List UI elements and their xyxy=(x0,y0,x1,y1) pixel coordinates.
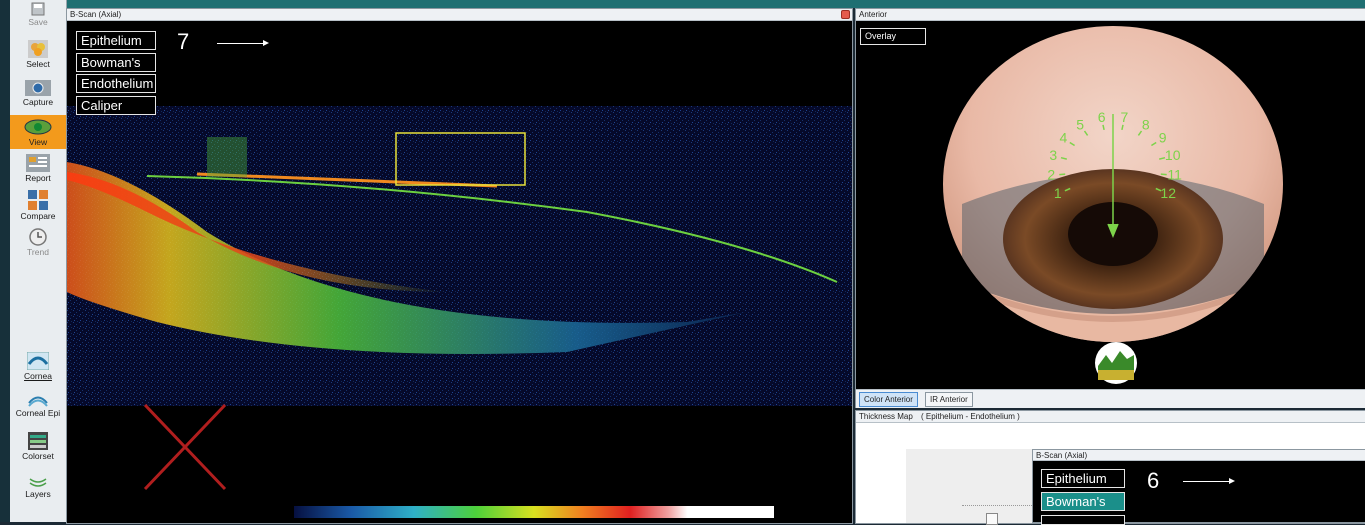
thickness-bscan: B-Scan (Axial) Epithelium Bowman's 6 xyxy=(1032,449,1365,525)
thickness-bscan-title: B-Scan (Axial) xyxy=(1033,450,1365,461)
red-x-mark xyxy=(143,403,227,491)
report-icon xyxy=(26,154,50,172)
anterior-eye-image[interactable]: 12345 6 7 89101112 xyxy=(942,24,1284,342)
floppy-disk-icon xyxy=(31,2,45,16)
thickness-annotation-number: 6 xyxy=(1147,468,1160,493)
clock-number: 2 xyxy=(1047,166,1055,182)
tab-ir-anterior[interactable]: IR Anterior xyxy=(925,392,973,407)
bscan-titlebar: B-Scan (Axial) xyxy=(67,9,852,21)
compare-button[interactable]: Compare xyxy=(10,190,66,221)
eye-thumbnail-icon xyxy=(1095,342,1137,384)
small-square-icon xyxy=(986,513,998,525)
thickness-titlebar: Thickness Map ( Epithelium - Endothelium… xyxy=(856,411,1365,423)
bscan-title: B-Scan (Axial) xyxy=(70,10,122,19)
clock-icon xyxy=(29,228,47,246)
clock-number: 9 xyxy=(1159,129,1167,145)
anterior-titlebar: Anterior xyxy=(856,9,1365,21)
thickness-subtitle: ( Epithelium - Endothelium ) xyxy=(921,412,1020,421)
trend-button[interactable]: Trend xyxy=(10,228,66,257)
view-button[interactable]: View xyxy=(10,115,66,149)
corneal-epi-icon xyxy=(28,396,48,407)
window-top-strip xyxy=(66,0,1365,8)
bscan-close-button[interactable] xyxy=(841,10,850,19)
colorset-icon xyxy=(28,432,48,450)
bscan-panel: B-Scan (Axial) Epithelium Bowman's Endot… xyxy=(66,8,853,524)
clock-number: 6 xyxy=(1098,109,1106,125)
clock-number: 10 xyxy=(1165,147,1181,163)
thickness-layer-next xyxy=(1041,515,1125,525)
toolbar-edge xyxy=(0,0,10,522)
corneal-epi-mode-button[interactable]: Corneal Epi xyxy=(10,391,66,418)
clock-number: 3 xyxy=(1049,147,1057,163)
anterior-title: Anterior xyxy=(859,10,888,19)
anterior-tab-bar: Color Anterior IR Anterior xyxy=(856,389,1365,408)
clock-number: 11 xyxy=(1167,166,1182,182)
annotation-number: 7 xyxy=(177,29,190,54)
camera-icon xyxy=(25,80,51,96)
clock-number: 4 xyxy=(1060,129,1068,145)
clock-number: 7 xyxy=(1121,109,1129,125)
layers-icon xyxy=(29,478,47,487)
patients-icon xyxy=(28,40,48,58)
overlay-button[interactable]: Overlay xyxy=(860,28,926,45)
layer-bowmans[interactable]: Bowman's xyxy=(76,53,156,72)
cornea-icon xyxy=(27,352,49,370)
compare-icon xyxy=(28,190,48,210)
clock-tick xyxy=(1059,173,1066,176)
bscan-image[interactable] xyxy=(67,22,852,522)
tab-color-anterior[interactable]: Color Anterior xyxy=(859,392,918,407)
layer-endothelium[interactable]: Endothelium xyxy=(76,74,156,93)
select-button[interactable]: Select xyxy=(10,40,66,69)
save-button[interactable]: Save xyxy=(10,2,66,27)
thickness-map-panel: Thickness Map ( Epithelium - Endothelium… xyxy=(855,410,1365,525)
eye-icon xyxy=(24,119,52,135)
thickness-layer-epithelium[interactable]: Epithelium xyxy=(1041,469,1125,488)
color-scale-bar xyxy=(294,506,774,518)
colorset-mode-button[interactable]: Colorset xyxy=(10,432,66,461)
clock-number: 8 xyxy=(1142,116,1150,132)
thickness-layer-bowmans[interactable]: Bowman's xyxy=(1041,492,1125,511)
thickness-preview xyxy=(906,449,1072,525)
report-button[interactable]: Report xyxy=(10,154,66,183)
thickness-title: Thickness Map xyxy=(859,412,913,421)
cornea-mode-button[interactable]: Cornea xyxy=(10,352,66,381)
clock-number: 1 xyxy=(1054,185,1062,201)
left-toolbar: Save Select Capture View Report Compare … xyxy=(0,0,67,522)
thickness-annotation-arrow xyxy=(1183,478,1235,484)
anterior-panel: Anterior Overlay 1 2 3 4 5 6 7 8 9 10 11… xyxy=(855,8,1365,408)
annotation-arrow xyxy=(217,40,269,46)
capture-button[interactable]: Capture xyxy=(10,80,66,107)
clock-number: 12 xyxy=(1160,185,1176,201)
clock-tick xyxy=(1160,173,1167,176)
layer-caliper[interactable]: Caliper xyxy=(76,96,156,115)
clock-number: 5 xyxy=(1076,116,1084,132)
layers-mode-button[interactable]: Layers xyxy=(10,474,66,499)
layer-epithelium[interactable]: Epithelium xyxy=(76,31,156,50)
